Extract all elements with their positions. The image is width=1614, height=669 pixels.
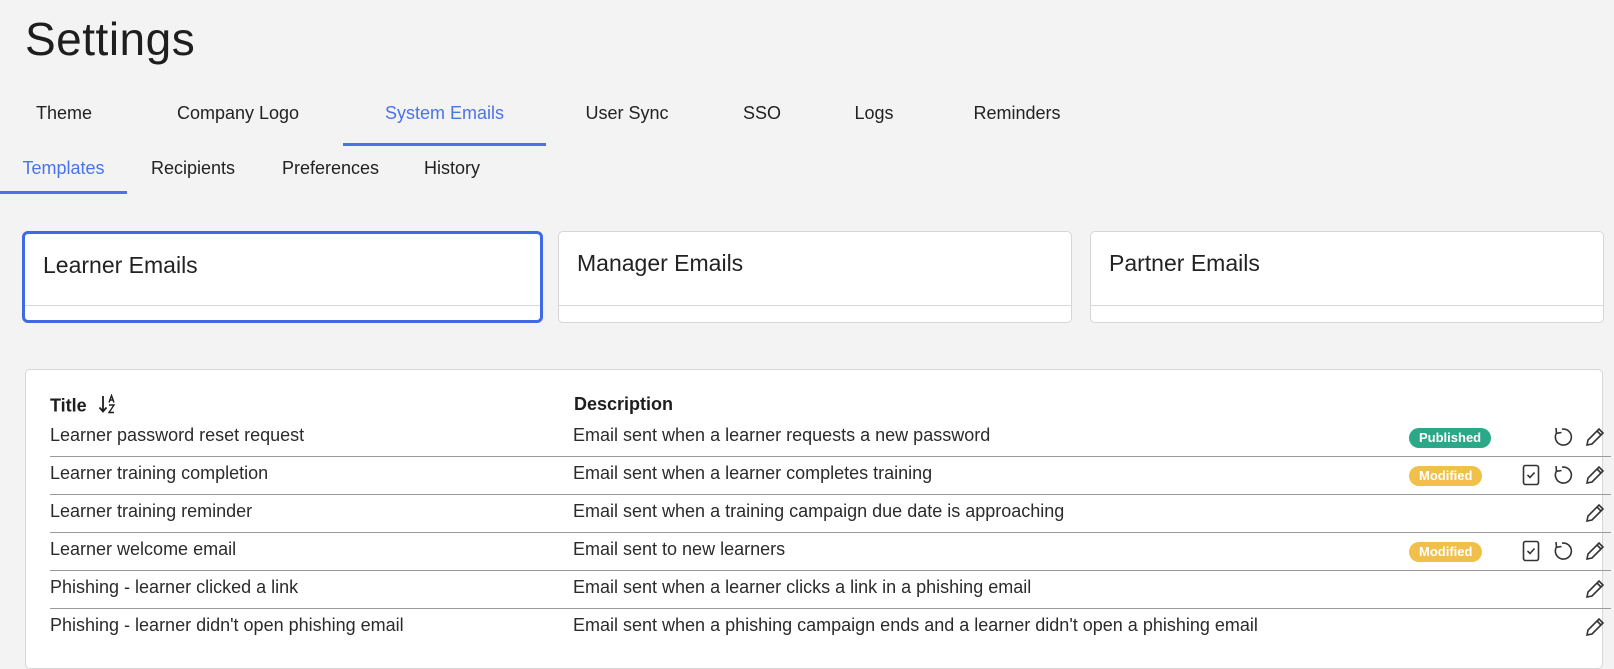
page-title: Settings: [25, 13, 196, 65]
card-title: Learner Emails: [43, 252, 198, 278]
column-header-title[interactable]: Title: [50, 393, 118, 419]
pencil-icon[interactable]: [1583, 425, 1607, 449]
card-learner-emails[interactable]: Learner Emails: [22, 231, 543, 323]
main-tabs: Theme Company Logo System Emails User Sy…: [0, 94, 1100, 146]
clipboard-check-icon[interactable]: [1519, 463, 1543, 487]
pencil-icon[interactable]: [1583, 539, 1607, 563]
row-description: Email sent to new learners: [573, 539, 786, 559]
subtab-recipients[interactable]: Recipients: [139, 150, 247, 194]
subtab-history[interactable]: History: [412, 150, 492, 194]
column-header-description: Description: [574, 394, 674, 414]
pencil-icon[interactable]: [1583, 463, 1607, 487]
row-title: Phishing - learner didn't open phishing …: [50, 615, 404, 635]
templates-table: Title Description Learner password reset…: [25, 369, 1611, 669]
status-badge: Modified: [1409, 542, 1483, 562]
row-title: Phishing - learner clicked a link: [50, 577, 299, 597]
tab-reminders[interactable]: Reminders: [955, 94, 1079, 146]
table-row[interactable]: Learner training reminder Email sent whe…: [50, 495, 1611, 533]
subtab-preferences[interactable]: Preferences: [269, 150, 392, 194]
card-title: Partner Emails: [1109, 250, 1260, 276]
tab-theme[interactable]: Theme: [16, 94, 112, 146]
tab-logs[interactable]: Logs: [836, 94, 912, 146]
row-title: Learner password reset request: [50, 425, 305, 445]
tab-company-logo[interactable]: Company Logo: [150, 94, 326, 146]
tab-sso[interactable]: SSO: [726, 94, 798, 146]
revert-icon[interactable]: [1551, 425, 1575, 449]
revert-icon[interactable]: [1551, 539, 1575, 563]
subtab-templates[interactable]: Templates: [0, 150, 127, 194]
row-title: Learner training completion: [50, 463, 269, 483]
row-description: Email sent when a phishing campaign ends…: [573, 615, 1258, 635]
table-row[interactable]: Learner training completion Email sent w…: [50, 457, 1611, 495]
status-badge: Modified: [1409, 466, 1483, 486]
pencil-icon[interactable]: [1583, 577, 1607, 601]
pencil-icon[interactable]: [1583, 501, 1607, 525]
tab-system-emails[interactable]: System Emails: [343, 94, 546, 146]
column-header-title-label: Title: [50, 395, 87, 416]
card-title: Manager Emails: [577, 250, 744, 276]
table-row[interactable]: Learner welcome email Email sent to new …: [50, 533, 1611, 571]
table-row[interactable]: Phishing - learner clicked a link Email …: [50, 571, 1611, 609]
row-title: Learner training reminder: [50, 501, 253, 521]
row-description: Email sent when a training campaign due …: [573, 501, 1065, 521]
table-row[interactable]: Phishing - learner didn't open phishing …: [50, 609, 1611, 647]
card-divider: [559, 305, 1071, 306]
card-partner-emails[interactable]: Partner Emails: [1090, 231, 1604, 323]
revert-icon[interactable]: [1551, 463, 1575, 487]
card-manager-emails[interactable]: Manager Emails: [558, 231, 1072, 323]
card-divider: [1091, 305, 1603, 306]
table-row[interactable]: Learner password reset request Email sen…: [50, 419, 1611, 457]
row-title: Learner welcome email: [50, 539, 237, 559]
sort-alpha-icon[interactable]: [98, 393, 118, 419]
row-description: Email sent when a learner requests a new…: [573, 425, 991, 445]
sub-tabs: Templates Recipients Preferences History: [0, 150, 520, 194]
row-description: Email sent when a learner clicks a link …: [573, 577, 1032, 597]
tab-user-sync[interactable]: User Sync: [560, 94, 694, 146]
card-divider: [25, 305, 540, 306]
pencil-icon[interactable]: [1583, 615, 1607, 639]
status-badge: Published: [1409, 428, 1492, 448]
row-description: Email sent when a learner completes trai…: [573, 463, 933, 483]
clipboard-check-icon[interactable]: [1519, 539, 1543, 563]
